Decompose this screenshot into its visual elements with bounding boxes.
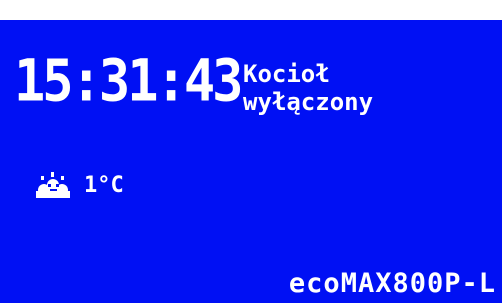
status-value: wyłączony <box>243 88 374 116</box>
boiler-status: Kocioł wyłączony <box>243 60 373 116</box>
controller-display: 15:31:43 Kocioł wyłączony 1°C ecoMAX800P… <box>0 20 502 303</box>
clock-time: 15:31:43 <box>14 48 243 116</box>
outdoor-temperature: 1°C <box>84 173 124 198</box>
status-label: Kocioł <box>243 60 330 88</box>
weather-block: 1°C <box>32 170 124 202</box>
device-model: ecoMAX800P-L <box>288 268 496 299</box>
cloud-sun-icon <box>36 172 70 198</box>
